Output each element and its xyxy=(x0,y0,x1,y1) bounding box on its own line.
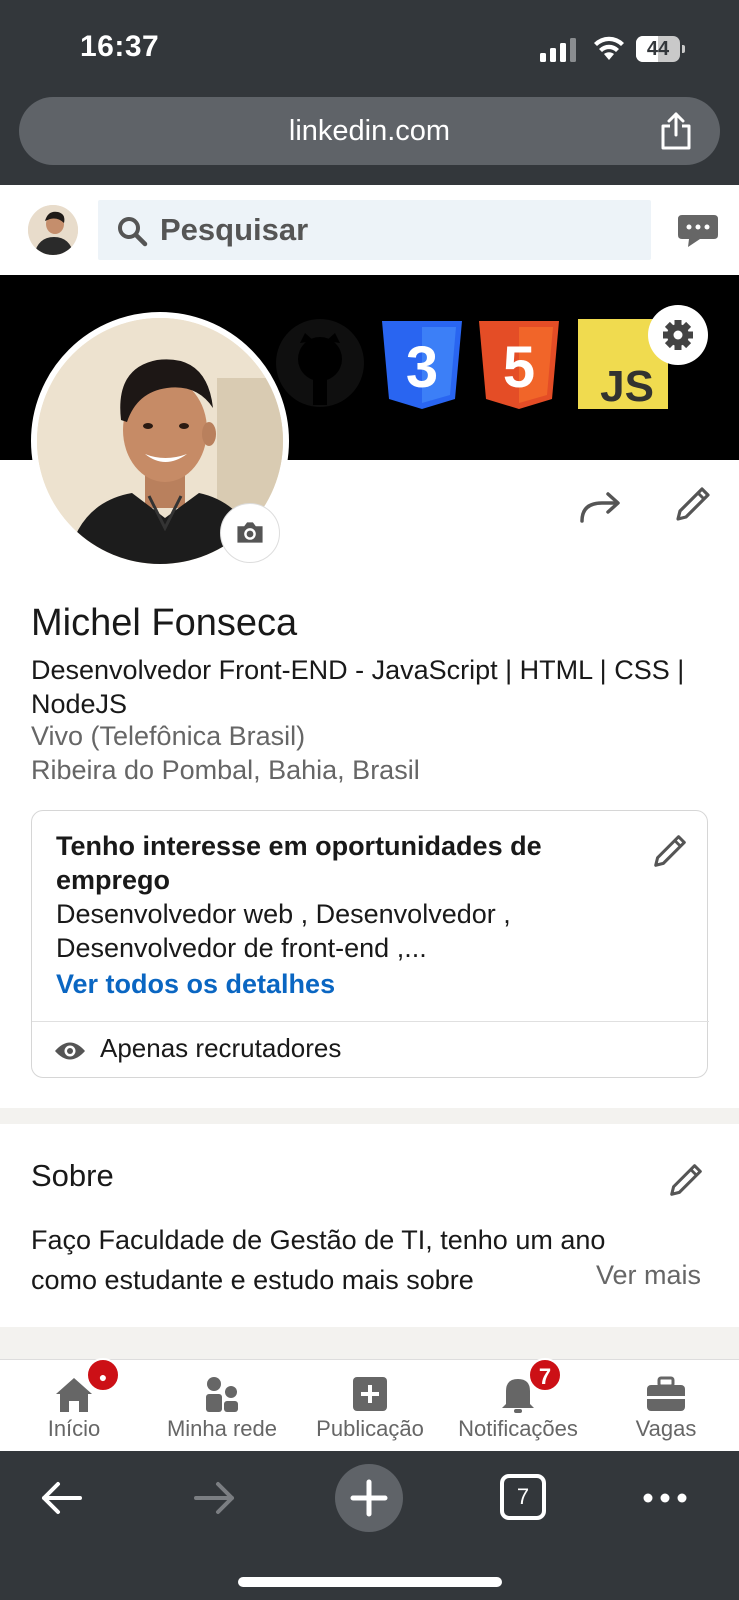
gear-icon xyxy=(663,320,693,350)
address-bar[interactable]: linkedin.com xyxy=(19,97,720,165)
camera-icon xyxy=(237,522,263,543)
edit-open-to-work-icon[interactable] xyxy=(650,831,690,871)
open-to-work-card[interactable]: Tenho interesse em oportunidades de empr… xyxy=(31,810,709,1078)
edit-profile-icon[interactable] xyxy=(672,483,714,525)
browser-bottom-bar: 7 xyxy=(0,1451,739,1600)
html5-icon: 5 xyxy=(479,321,559,409)
nav-label-home: Início xyxy=(47,1416,101,1441)
js-text: JS xyxy=(600,362,654,411)
new-tab-button[interactable] xyxy=(335,1464,403,1532)
url-text: linkedin.com xyxy=(288,115,451,147)
nav-label-jobs: Vagas xyxy=(635,1416,697,1441)
nav-label-post: Publicação xyxy=(316,1416,424,1441)
nav-item-home[interactable]: ● Início xyxy=(0,1358,148,1452)
tabs-button[interactable]: 7 xyxy=(500,1474,546,1520)
linkedin-header: Pesquisar xyxy=(0,185,739,275)
post-icon xyxy=(353,1377,387,1411)
nav-item-post[interactable]: Publicação xyxy=(296,1360,444,1452)
banner-settings-button[interactable] xyxy=(648,305,708,365)
browser-top-bar: 16:37 44 linkedin.com xyxy=(0,0,739,185)
nav-label-notifications: Notificações xyxy=(458,1416,578,1441)
back-arrow-icon[interactable] xyxy=(36,1473,86,1523)
search-placeholder: Pesquisar xyxy=(160,212,309,247)
about-text: Faço Faculdade de Gestão de TI, tenho um… xyxy=(31,1225,606,1295)
about-title: Sobre xyxy=(31,1158,114,1193)
svg-text:3: 3 xyxy=(406,335,438,400)
profile-headline: Desenvolvedor Front-END - JavaScript | H… xyxy=(31,655,685,719)
user-avatar[interactable] xyxy=(28,205,78,255)
messaging-icon[interactable] xyxy=(676,213,720,249)
nav-label-network: Minha rede xyxy=(166,1416,278,1441)
profile-card: 3 5 JS Michel Fonseca Desenvolvedor Fron… xyxy=(0,275,739,1108)
wifi-icon xyxy=(594,36,624,60)
css3-icon: 3 xyxy=(382,321,462,409)
notifications-badge: 7 xyxy=(528,1358,562,1392)
edit-about-icon[interactable] xyxy=(666,1160,706,1200)
home-indicator xyxy=(238,1577,502,1587)
briefcase-icon xyxy=(647,1376,685,1411)
home-badge: ● xyxy=(86,1358,120,1392)
open-to-work-roles: Desenvolvedor web , Desenvolvedor , Dese… xyxy=(56,899,511,963)
battery-icon: 44 xyxy=(636,36,685,62)
change-photo-button[interactable] xyxy=(220,503,280,563)
nav-item-jobs[interactable]: Vagas xyxy=(592,1360,739,1452)
network-icon xyxy=(206,1377,238,1412)
battery-level: 44 xyxy=(646,38,670,60)
profile-location: Ribeira do Pombal, Bahia, Brasil xyxy=(31,755,420,785)
open-to-work-title: Tenho interesse em oportunidades de empr… xyxy=(56,831,542,895)
profile-name: Michel Fonseca xyxy=(31,602,298,644)
more-menu-icon[interactable] xyxy=(640,1473,690,1523)
share-profile-icon[interactable] xyxy=(578,487,626,527)
see-more-link[interactable]: Ver mais xyxy=(596,1260,701,1291)
bottom-navigation: ● Início Minha rede Publicação 7 Notific… xyxy=(0,1358,739,1452)
forward-arrow-icon[interactable] xyxy=(190,1473,240,1523)
share-icon[interactable] xyxy=(658,111,694,151)
plus-icon xyxy=(350,1479,388,1517)
status-time: 16:37 xyxy=(80,30,160,63)
visibility-label: Apenas recrutadores xyxy=(100,1033,342,1063)
see-all-details-link[interactable]: Ver todos os detalhes xyxy=(56,969,335,1000)
eye-icon xyxy=(55,1042,85,1060)
nav-item-network[interactable]: Minha rede xyxy=(148,1360,296,1452)
about-section: Sobre Faço Faculdade de Gestão de TI, te… xyxy=(0,1124,739,1327)
divider xyxy=(32,1021,709,1022)
profile-company[interactable]: Vivo (Telefônica Brasil) xyxy=(31,721,305,752)
cellular-signal-icon xyxy=(540,38,580,62)
svg-text:5: 5 xyxy=(503,335,535,400)
nav-item-notifications[interactable]: 7 Notificações xyxy=(444,1358,592,1452)
search-input[interactable]: Pesquisar xyxy=(98,200,651,260)
github-icon xyxy=(276,319,364,407)
search-icon xyxy=(118,217,148,247)
